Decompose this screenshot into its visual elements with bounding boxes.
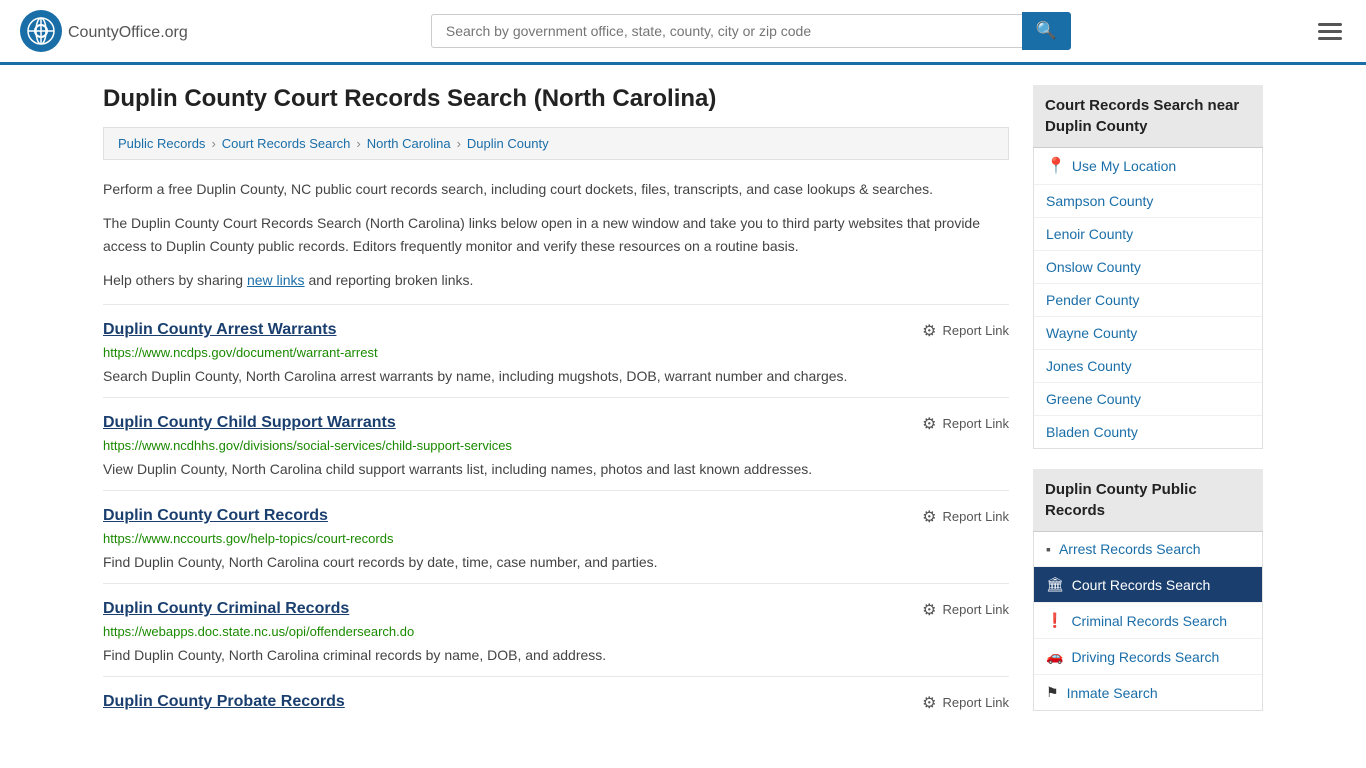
- bc-sep-2: ›: [356, 136, 360, 151]
- nearby-onslow[interactable]: Onslow County: [1034, 251, 1262, 284]
- search-area: 🔍: [431, 12, 1071, 50]
- result-desc: Find Duplin County, North Carolina crimi…: [103, 645, 1009, 666]
- nearby-section: Court Records Search near Duplin County …: [1033, 85, 1263, 449]
- pub-criminal-records[interactable]: ❗ Criminal Records Search: [1034, 603, 1262, 639]
- result-item: Duplin County Arrest Warrants ⚙ Report L…: [103, 304, 1009, 397]
- report-icon: ⚙: [922, 600, 936, 620]
- report-icon: ⚙: [922, 693, 936, 713]
- logo-brand: CountyOffice: [68, 24, 160, 41]
- menu-bar-3: [1318, 37, 1342, 40]
- desc-para-1: Perform a free Duplin County, NC public …: [103, 178, 1009, 200]
- report-link[interactable]: ⚙ Report Link: [922, 321, 1009, 341]
- logo-icon: [20, 10, 62, 52]
- logo-area: CountyOffice.org: [20, 10, 188, 52]
- breadcrumb-public-records[interactable]: Public Records: [118, 136, 205, 151]
- pub-arrest-records[interactable]: ▪ Arrest Records Search: [1034, 532, 1262, 567]
- driving-icon: 🚗: [1046, 648, 1063, 665]
- public-records-section: Duplin County Public Records ▪ Arrest Re…: [1033, 469, 1263, 711]
- nearby-greene[interactable]: Greene County: [1034, 383, 1262, 416]
- report-icon: ⚙: [922, 321, 936, 341]
- result-header: Duplin County Arrest Warrants ⚙ Report L…: [103, 321, 1009, 341]
- report-link[interactable]: ⚙ Report Link: [922, 414, 1009, 434]
- report-link[interactable]: ⚙ Report Link: [922, 693, 1009, 713]
- pub-court-records[interactable]: 🏛 Court Records Search: [1034, 567, 1262, 603]
- result-desc: Find Duplin County, North Carolina court…: [103, 552, 1009, 573]
- menu-bar-1: [1318, 23, 1342, 26]
- nearby-wayne[interactable]: Wayne County: [1034, 317, 1262, 350]
- report-text: Report Link: [943, 509, 1009, 524]
- result-item: Duplin County Child Support Warrants ⚙ R…: [103, 397, 1009, 490]
- result-desc: Search Duplin County, North Carolina arr…: [103, 366, 1009, 387]
- result-header: Duplin County Probate Records ⚙ Report L…: [103, 693, 1009, 713]
- inmate-icon: ⚑: [1046, 684, 1059, 701]
- nearby-bladen[interactable]: Bladen County: [1034, 416, 1262, 448]
- desc-para-3-pre: Help others by sharing: [103, 272, 247, 288]
- nearby-lenoir[interactable]: Lenoir County: [1034, 218, 1262, 251]
- main-content: Duplin County Court Records Search (Nort…: [103, 85, 1009, 731]
- court-icon: 🏛: [1046, 576, 1064, 593]
- result-url: https://www.ncdps.gov/document/warrant-a…: [103, 345, 1009, 360]
- result-title[interactable]: Duplin County Probate Records: [103, 693, 345, 711]
- menu-bar-2: [1318, 30, 1342, 33]
- pub-inmate-search[interactable]: ⚑ Inmate Search: [1034, 675, 1262, 710]
- result-url: https://www.nccourts.gov/help-topics/cou…: [103, 531, 1009, 546]
- nearby-heading: Court Records Search near Duplin County: [1033, 85, 1263, 148]
- desc-para-3-post: and reporting broken links.: [305, 272, 474, 288]
- result-title[interactable]: Duplin County Criminal Records: [103, 600, 349, 618]
- nearby-pender[interactable]: Pender County: [1034, 284, 1262, 317]
- breadcrumb-north-carolina[interactable]: North Carolina: [367, 136, 451, 151]
- report-link[interactable]: ⚙ Report Link: [922, 600, 1009, 620]
- breadcrumb-duplin-county[interactable]: Duplin County: [467, 136, 549, 151]
- criminal-icon: ❗: [1046, 612, 1063, 629]
- result-title[interactable]: Duplin County Arrest Warrants: [103, 321, 337, 339]
- result-title[interactable]: Duplin County Court Records: [103, 507, 328, 525]
- logo-text: CountyOffice.org: [68, 20, 188, 43]
- location-pin-icon: 📍: [1046, 156, 1066, 176]
- result-title[interactable]: Duplin County Child Support Warrants: [103, 414, 396, 432]
- menu-icon[interactable]: [1314, 19, 1346, 44]
- pub-driving-records[interactable]: 🚗 Driving Records Search: [1034, 639, 1262, 675]
- report-icon: ⚙: [922, 414, 936, 434]
- desc-para-2: The Duplin County Court Records Search (…: [103, 212, 1009, 257]
- search-input[interactable]: [431, 14, 1022, 48]
- result-url: https://www.ncdhhs.gov/divisions/social-…: [103, 438, 1009, 453]
- result-item: Duplin County Court Records ⚙ Report Lin…: [103, 490, 1009, 583]
- arrest-icon: ▪: [1046, 541, 1051, 557]
- use-location-link[interactable]: Use My Location: [1072, 158, 1176, 174]
- result-item: Duplin County Probate Records ⚙ Report L…: [103, 676, 1009, 723]
- public-records-list: ▪ Arrest Records Search 🏛 Court Records …: [1033, 532, 1263, 711]
- result-header: Duplin County Criminal Records ⚙ Report …: [103, 600, 1009, 620]
- report-text: Report Link: [943, 323, 1009, 338]
- page-title: Duplin County Court Records Search (Nort…: [103, 85, 1009, 113]
- public-records-heading: Duplin County Public Records: [1033, 469, 1263, 532]
- bc-sep-1: ›: [211, 136, 215, 151]
- report-text: Report Link: [943, 695, 1009, 710]
- sidebar: Court Records Search near Duplin County …: [1033, 85, 1263, 731]
- bc-sep-3: ›: [457, 136, 461, 151]
- breadcrumb-court-records[interactable]: Court Records Search: [222, 136, 351, 151]
- result-url: https://webapps.doc.state.nc.us/opi/offe…: [103, 624, 1009, 639]
- search-button[interactable]: 🔍: [1022, 12, 1071, 50]
- results-list: Duplin County Arrest Warrants ⚙ Report L…: [103, 304, 1009, 723]
- nearby-sampson[interactable]: Sampson County: [1034, 185, 1262, 218]
- result-desc: View Duplin County, North Carolina child…: [103, 459, 1009, 480]
- report-text: Report Link: [943, 602, 1009, 617]
- result-header: Duplin County Court Records ⚙ Report Lin…: [103, 507, 1009, 527]
- nearby-jones[interactable]: Jones County: [1034, 350, 1262, 383]
- result-item: Duplin County Criminal Records ⚙ Report …: [103, 583, 1009, 676]
- report-text: Report Link: [943, 416, 1009, 431]
- report-link[interactable]: ⚙ Report Link: [922, 507, 1009, 527]
- result-header: Duplin County Child Support Warrants ⚙ R…: [103, 414, 1009, 434]
- logo-suffix: .org: [160, 24, 188, 41]
- new-links-link[interactable]: new links: [247, 272, 305, 288]
- breadcrumb: Public Records › Court Records Search › …: [103, 127, 1009, 160]
- use-location-item[interactable]: 📍 Use My Location: [1034, 148, 1262, 185]
- nearby-list: 📍 Use My Location Sampson County Lenoir …: [1033, 148, 1263, 449]
- desc-para-3: Help others by sharing new links and rep…: [103, 269, 1009, 291]
- report-icon: ⚙: [922, 507, 936, 527]
